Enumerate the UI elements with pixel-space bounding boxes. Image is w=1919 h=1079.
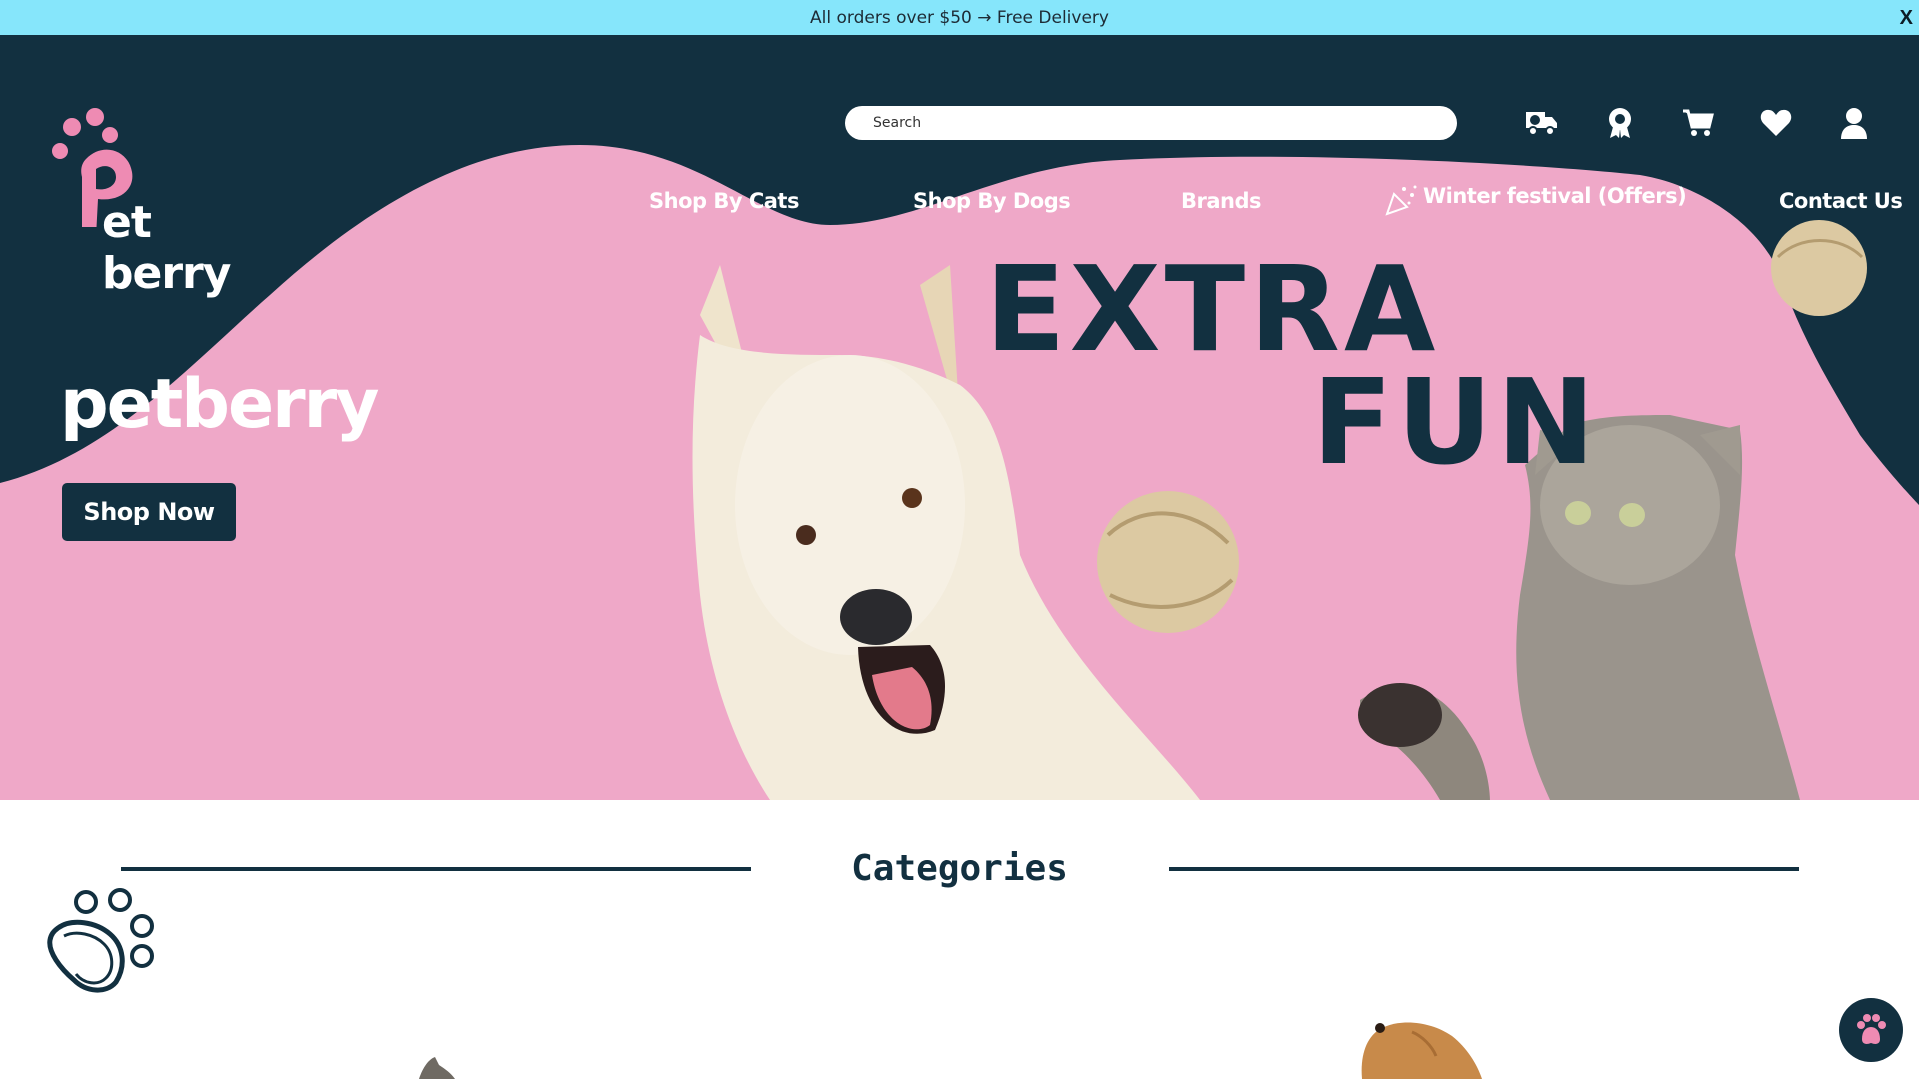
categories-divider-right [1169, 867, 1799, 871]
chat-widget-button[interactable] [1839, 998, 1903, 1062]
ball-illustration [1097, 491, 1239, 633]
category-dog-thumbnail[interactable] [1352, 1016, 1512, 1079]
nav-contact-us[interactable]: Contact Us [1779, 189, 1903, 213]
hero-title: petberry [60, 365, 379, 444]
ball-top-right [1771, 220, 1867, 316]
hero-banner: et berry Search Shop By Cats Shop By Dog… [0, 35, 1919, 800]
party-popper-icon [1384, 183, 1420, 221]
nav-winter-festival-offers[interactable]: Winter festival (Offers) [1423, 184, 1687, 208]
shop-now-button[interactable]: Shop Now [62, 483, 236, 541]
header-icon-group [1520, 101, 1880, 145]
search-input[interactable] [845, 106, 1457, 140]
headline-fun: FUN [1312, 353, 1600, 491]
paw-outline-icon [47, 888, 154, 993]
announcement-text: All orders over $50 → Free Delivery [810, 7, 1109, 28]
logo-wordmark: et berry [102, 197, 231, 299]
award-badge-icon[interactable] [1598, 101, 1642, 145]
paw-chat-icon [1857, 1014, 1886, 1044]
nav-shop-by-cats[interactable]: Shop By Cats [649, 189, 799, 213]
nav-brands[interactable]: Brands [1181, 189, 1262, 213]
category-cat-thumbnail[interactable] [415, 1055, 465, 1079]
close-announcement-button[interactable]: X [1900, 7, 1913, 30]
user-icon[interactable] [1832, 101, 1876, 145]
heart-icon[interactable] [1754, 101, 1798, 145]
announcement-bar: All orders over $50 → Free Delivery X [0, 0, 1919, 35]
nav-shop-by-dogs[interactable]: Shop By Dogs [913, 189, 1071, 213]
cart-icon[interactable] [1676, 101, 1720, 145]
petberry-logo[interactable]: et berry [50, 97, 290, 299]
delivery-truck-icon[interactable] [1520, 101, 1564, 145]
